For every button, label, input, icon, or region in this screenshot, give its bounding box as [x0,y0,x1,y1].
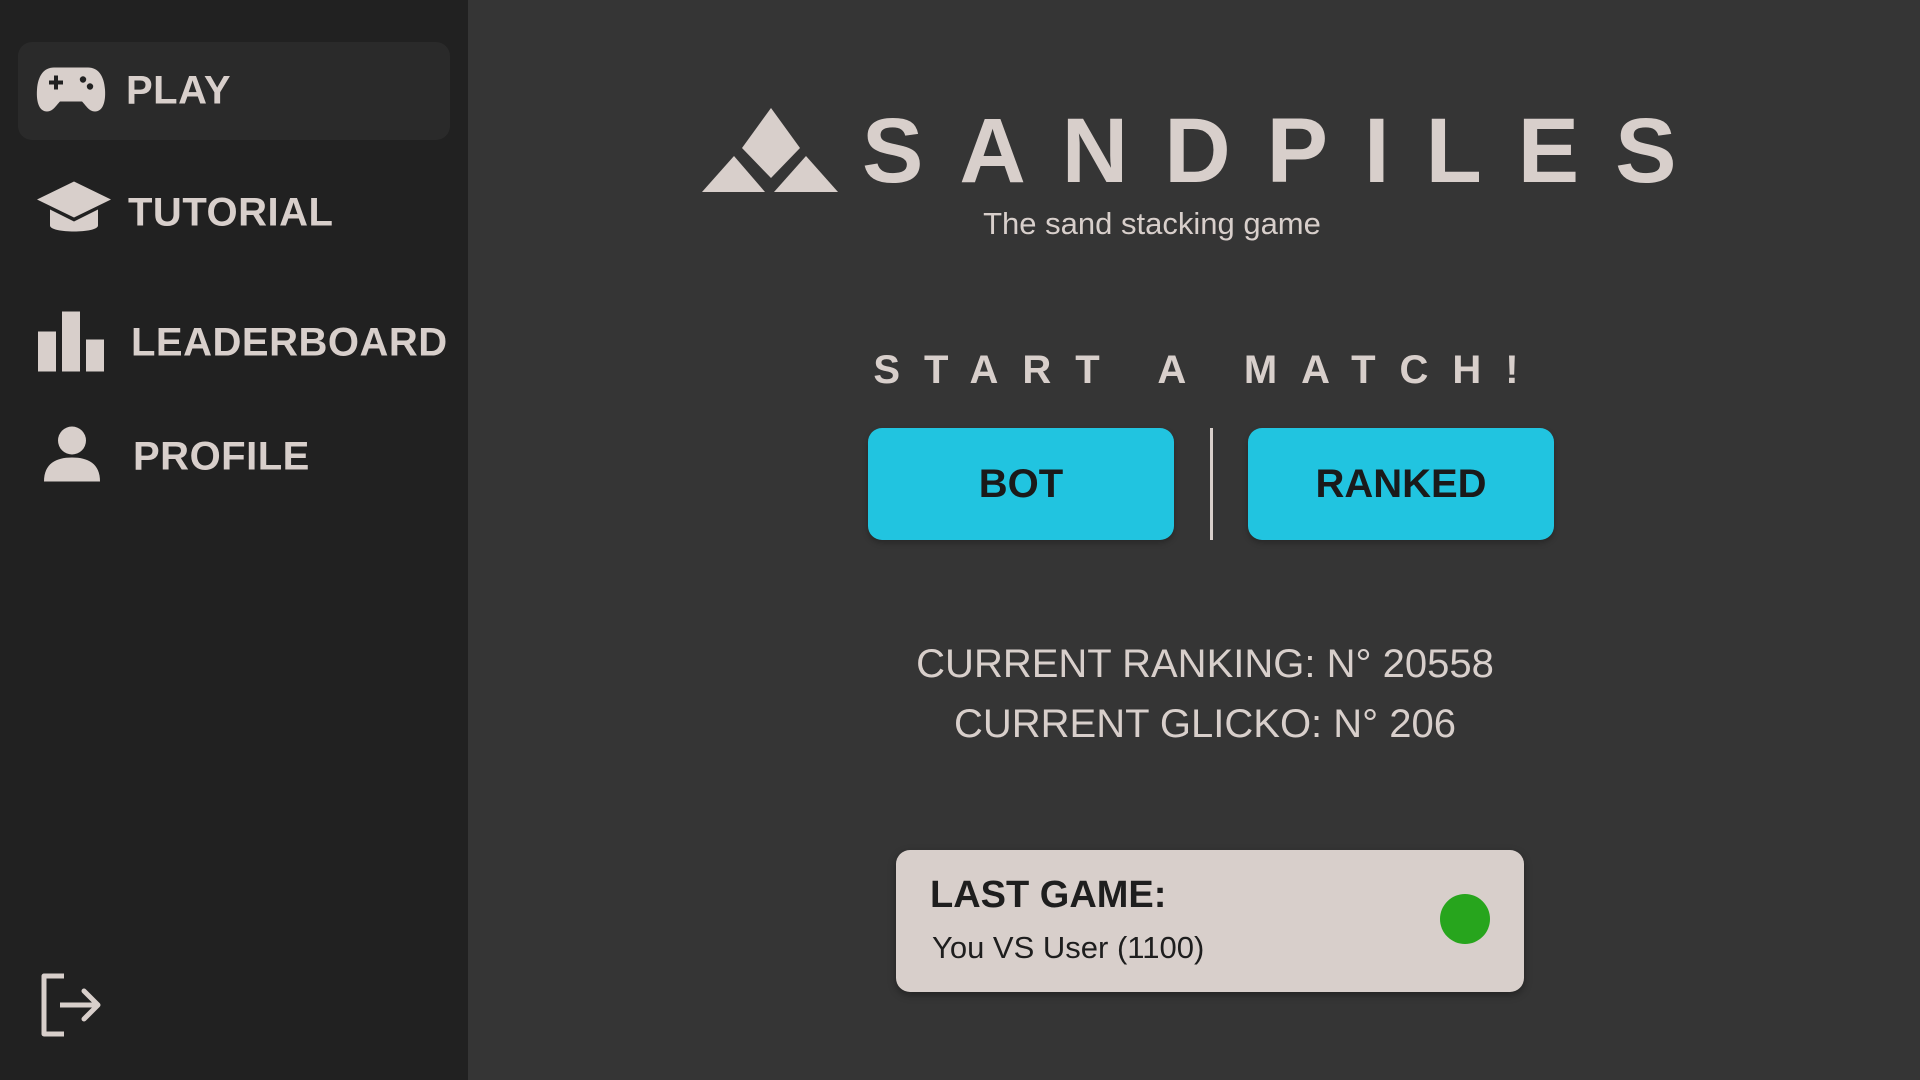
graduation-cap-icon [36,180,112,247]
current-ranking: CURRENT RANKING: N° 20558 [916,642,1494,686]
bot-match-button[interactable]: BOT [868,428,1174,540]
sidebar-item-label: PLAY [126,68,232,113]
sidebar: PLAY TUTORIAL LEADERBOARD PROFILE [0,0,468,1080]
user-icon [36,426,106,489]
current-glicko: CURRENT GLICKO: N° 206 [953,702,1457,746]
last-game-detail: You VS User (1100) [932,930,1205,965]
divider [1210,428,1213,540]
start-match-heading: START A MATCH! [873,348,1543,392]
last-game-title: LAST GAME: [930,874,1167,916]
ranked-match-button[interactable]: RANKED [1248,428,1554,540]
app-subtitle: The sand stacking game [983,206,1321,241]
sidebar-item-tutorial[interactable]: TUTORIAL [18,164,450,262]
sidebar-item-profile[interactable]: PROFILE [18,408,450,506]
sidebar-item-play[interactable]: PLAY [18,42,450,140]
gamepad-icon [36,64,106,119]
result-dot-icon [1440,894,1490,944]
bar-chart-icon [36,310,106,377]
app-title: SANDPILES [862,100,1713,202]
sandpile-logo-icon [702,106,840,194]
last-game-card[interactable]: LAST GAME: You VS User (1100) [896,850,1524,992]
sidebar-item-label: PROFILE [133,434,310,479]
sidebar-item-label: TUTORIAL [128,190,334,235]
logout-icon[interactable] [38,972,104,1038]
sidebar-item-leaderboard[interactable]: LEADERBOARD [18,294,450,392]
sidebar-item-label: LEADERBOARD [131,320,448,365]
